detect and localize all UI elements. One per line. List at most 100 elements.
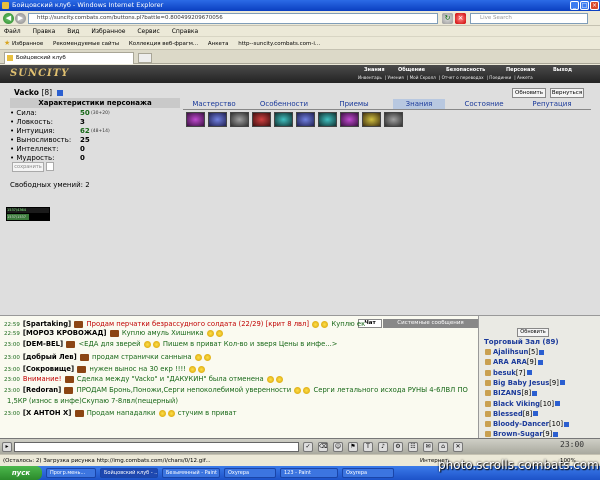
browser-tab[interactable]: Бойцовский клуб <box>4 52 134 64</box>
info-icon[interactable] <box>537 359 543 365</box>
chat-nick[interactable]: [DEM-BEL] <box>23 340 63 348</box>
subnav-battles[interactable]: Поединки <box>489 75 511 80</box>
expand-icon[interactable]: ▸ <box>2 442 12 452</box>
sound-icon[interactable]: ♪ <box>378 442 388 452</box>
info-icon[interactable] <box>553 431 559 437</box>
taskbar-item[interactable]: Безымянный - Paint <box>162 468 220 478</box>
subnav-anketa[interactable]: Анкета <box>517 75 533 80</box>
menu-file[interactable]: Файл <box>4 28 21 35</box>
nav-znaniya[interactable]: Знания <box>364 67 385 73</box>
friends-icon[interactable]: ☷ <box>408 442 418 452</box>
online-user[interactable]: Bloody-Dancer[10] <box>485 420 569 429</box>
user-name[interactable]: BIZANS <box>493 389 521 397</box>
chat-nick[interactable]: [добрый Лев] <box>23 353 77 361</box>
online-user[interactable]: ARA ARA[9] <box>485 358 543 367</box>
save-checkbox[interactable] <box>46 162 54 171</box>
nav-personazh[interactable]: Персонаж <box>506 67 535 73</box>
clear-icon[interactable]: ⌫ <box>318 442 328 452</box>
maximize-button[interactable]: □ <box>580 1 589 10</box>
chat-nick[interactable]: [Сокровище] <box>23 365 74 373</box>
forward-button[interactable]: ▶ <box>15 13 26 24</box>
skill-icon[interactable] <box>230 112 249 127</box>
smile-icon[interactable]: ☺ <box>333 442 343 452</box>
info-icon[interactable] <box>532 390 538 396</box>
taskbar-item[interactable]: 123 - Paint <box>280 468 338 478</box>
chat-time[interactable]: 23:00 <box>4 355 20 361</box>
exit-icon[interactable]: ✕ <box>453 442 463 452</box>
subnav-skills[interactable]: Умения <box>388 75 404 80</box>
close-button[interactable]: × <box>590 1 599 10</box>
stop-icon[interactable]: × <box>455 13 466 24</box>
user-name[interactable]: ARA ARA <box>493 358 527 366</box>
nav-obschenie[interactable]: Общение <box>398 67 425 73</box>
send-icon[interactable]: ✓ <box>303 442 313 452</box>
mail-icon[interactable]: ✉ <box>423 442 433 452</box>
subnav-inventory[interactable]: Инвентарь <box>358 75 382 80</box>
info-icon[interactable] <box>56 90 63 96</box>
subnav-scroll[interactable]: Мой Скролл <box>410 75 436 80</box>
skill-icon[interactable] <box>384 112 403 127</box>
chat-nick[interactable]: [Redoran] <box>23 386 61 394</box>
online-user[interactable]: besuk[7] <box>485 369 532 378</box>
tab-0[interactable]: Мастерство <box>183 99 245 109</box>
skill-icon[interactable] <box>318 112 337 127</box>
subnav-transfers[interactable]: Отчет о переводах <box>442 75 484 80</box>
fav-combats-link[interactable]: http--suncity.combats.com-i... <box>238 41 320 47</box>
refresh-list-button[interactable]: Обновить <box>517 328 549 337</box>
user-name[interactable]: Big Baby Jesus <box>493 379 549 387</box>
map-icon[interactable]: ⌂ <box>438 442 448 452</box>
info-icon[interactable] <box>559 380 565 386</box>
chat-time[interactable]: 23:00 <box>4 342 20 348</box>
minimize-button[interactable]: _ <box>570 1 579 10</box>
chat-time[interactable]: 23:00 <box>4 367 20 373</box>
filter-icon[interactable]: ⚑ <box>348 442 358 452</box>
info-icon[interactable] <box>526 370 532 376</box>
chat-nick[interactable]: [МОРОЗ КРОВОЖАД] <box>23 329 107 337</box>
skill-icon[interactable] <box>296 112 315 127</box>
chat-nick[interactable]: Внимание! <box>23 375 62 383</box>
user-name[interactable]: Blessed <box>493 410 523 418</box>
menu-edit[interactable]: Правка <box>33 28 56 35</box>
tab-1[interactable]: Особенности <box>253 99 315 109</box>
tab-5[interactable]: Репутация <box>521 99 583 109</box>
new-tab-button[interactable] <box>138 53 152 63</box>
chat-time[interactable]: 23:00 <box>4 388 20 394</box>
user-name[interactable]: Brown-Sugar <box>493 430 543 438</box>
online-user[interactable]: Black Viking[10] <box>485 400 560 409</box>
skill-icon[interactable] <box>274 112 293 127</box>
fav-anketa[interactable]: Анкета <box>208 41 229 47</box>
chat-time[interactable]: 22:59 <box>4 331 20 337</box>
menu-favorites[interactable]: Избранное <box>91 28 125 35</box>
skill-icon[interactable] <box>186 112 205 127</box>
tab-4[interactable]: Состояние <box>453 99 515 109</box>
taskbar-item[interactable]: Бойцовский клуб - ... <box>100 468 158 478</box>
chat-nick[interactable]: [Spartaking] <box>23 320 71 328</box>
menu-view[interactable]: Вид <box>67 28 79 35</box>
taskbar-item[interactable]: Oxyrepa <box>224 468 276 478</box>
back-game-button[interactable]: Вернуться <box>550 88 584 98</box>
online-user[interactable]: BIZANS[8] <box>485 389 538 398</box>
search-input[interactable]: Live Search <box>470 13 588 24</box>
info-icon[interactable] <box>563 421 569 427</box>
translit-icon[interactable]: T <box>363 442 373 452</box>
nav-vyhod[interactable]: Выход <box>553 67 572 73</box>
user-name[interactable]: besuk <box>493 369 516 377</box>
user-name[interactable]: Bloody-Dancer <box>493 420 549 428</box>
back-button[interactable]: ◀ <box>3 13 14 24</box>
info-icon[interactable] <box>533 411 539 417</box>
skill-icon[interactable] <box>362 112 381 127</box>
skill-icon[interactable] <box>208 112 227 127</box>
settings-icon[interactable]: ⚙ <box>393 442 403 452</box>
fav-recommended[interactable]: Рекомендуемые сайты <box>53 41 119 47</box>
chat-nick[interactable]: [X АНТОН X] <box>23 409 71 417</box>
chat-time[interactable]: 23:00 <box>4 377 20 383</box>
start-button[interactable]: пуск <box>0 466 42 480</box>
refresh-icon[interactable]: ↻ <box>442 13 453 24</box>
fav-webslices[interactable]: Коллекция веб-фрагм... <box>129 41 198 47</box>
save-stats-button[interactable]: сохранить <box>12 162 44 172</box>
chat-time[interactable]: 23:00 <box>4 411 20 417</box>
online-user[interactable]: Brown-Sugar[9] <box>485 430 559 438</box>
chat-input[interactable] <box>14 442 299 452</box>
skill-icon[interactable] <box>340 112 359 127</box>
tab-3[interactable]: Знания <box>393 99 445 109</box>
